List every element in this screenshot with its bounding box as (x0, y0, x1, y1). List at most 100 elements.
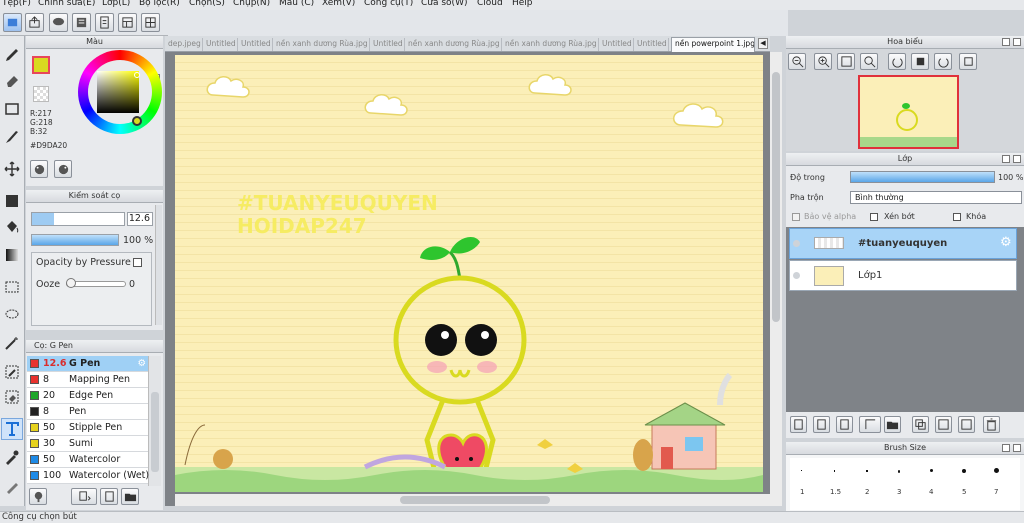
tab-document[interactable]: Untitled (238, 38, 273, 51)
tab-document[interactable]: Untitled (634, 38, 669, 51)
layer-name[interactable]: Lớp1 (858, 270, 882, 281)
tab-document[interactable]: nền xanh dương Rùa.jpg (273, 38, 370, 51)
menu-view[interactable]: Xem(V) (322, 0, 355, 8)
size-dot[interactable] (962, 469, 966, 473)
gradient-tool[interactable] (1, 244, 23, 266)
hue-picker-handle[interactable] (132, 116, 142, 126)
tab-document[interactable]: dep.jpeg (165, 38, 203, 51)
size-dot[interactable] (930, 469, 933, 472)
panel-close-button[interactable] (1013, 38, 1021, 46)
color-set-button[interactable] (54, 160, 72, 178)
tab-document[interactable]: Untitled (203, 38, 238, 51)
zoom-actual-button[interactable] (860, 53, 878, 70)
vertical-scrollbar[interactable] (770, 52, 782, 506)
move-tool[interactable] (1, 158, 23, 180)
lasso-tool[interactable] (1, 304, 23, 326)
magic-wand-tool[interactable] (1, 332, 23, 354)
color-wheel-button[interactable] (30, 160, 48, 178)
vertical-scroll-thumb[interactable] (772, 72, 780, 322)
export-button[interactable] (25, 13, 44, 32)
bucket-tool[interactable] (1, 216, 23, 238)
panel-close-button[interactable] (1013, 155, 1021, 163)
layer-row[interactable]: Lớp1 (789, 260, 1017, 291)
sv-picker-handle[interactable] (134, 72, 140, 78)
menu-window[interactable]: Cửa sổ(W) (421, 0, 467, 8)
brush-size-value[interactable]: 12.6 (127, 212, 153, 226)
rotate-right-button[interactable] (934, 53, 952, 70)
menu-select[interactable]: Chọn(S) (189, 0, 225, 8)
brush-row[interactable]: 100 Watercolor (Wet) (27, 468, 149, 484)
menu-cloud[interactable]: Cloud (477, 0, 503, 8)
brush-row[interactable]: 20 Edge Pen (27, 388, 148, 404)
canvas-button[interactable] (3, 13, 22, 32)
eye-icon[interactable] (793, 240, 800, 247)
rect-select-tool[interactable] (1, 98, 23, 120)
select-pen-tool[interactable] (1, 361, 23, 383)
panel-float-button[interactable] (1002, 38, 1010, 46)
rotate-left-button[interactable] (888, 53, 906, 70)
navigator-preview[interactable] (858, 75, 959, 149)
menu-edit[interactable]: Chỉnh sửa(E) (38, 0, 95, 8)
eyedropper-tool[interactable] (1, 446, 23, 468)
tab-document[interactable]: Untitled (599, 38, 634, 51)
brush-row[interactable]: 8 Pen (27, 404, 148, 420)
merge-layer-button[interactable] (935, 416, 952, 433)
drawing-canvas[interactable]: #TUANYEUQUYEN HOIDAP247 (175, 55, 763, 492)
eraser-tool[interactable] (1, 69, 23, 91)
tab-document[interactable]: nền xanh dương Rùa.jpg (502, 38, 599, 51)
panel-close-button[interactable] (1013, 444, 1021, 452)
panel-float-button[interactable] (1002, 444, 1010, 452)
saturation-value-square[interactable] (97, 71, 139, 113)
tabs-scroll-left-icon[interactable]: ◀ (758, 38, 768, 49)
main-color-swatch[interactable] (32, 56, 50, 74)
brush-row[interactable]: 12.6 G Pen ⚙ (27, 356, 148, 372)
lock-checkbox[interactable] (953, 213, 961, 221)
menu-color[interactable]: Màu (C) (279, 0, 314, 8)
zoom-out-button[interactable] (788, 53, 806, 70)
size-dot[interactable] (866, 470, 868, 472)
brush-size-slider[interactable] (31, 212, 125, 226)
layer-opacity-slider[interactable] (850, 171, 995, 183)
size-dot[interactable] (994, 468, 999, 473)
brush-tool[interactable] (1, 126, 23, 148)
brush-folder-button[interactable] (121, 488, 139, 505)
menu-filter[interactable]: Bộ lọc(R) (139, 0, 180, 8)
brush-menu-button[interactable] (71, 488, 97, 505)
blend-mode-select[interactable]: Bình thường (850, 191, 1022, 204)
size-dot[interactable] (834, 470, 835, 472)
note-button[interactable] (72, 13, 91, 32)
new-layer-button[interactable] (790, 416, 807, 433)
brush-row[interactable]: 30 Sumi (27, 436, 148, 452)
new-8bit-layer-button[interactable] (813, 416, 830, 433)
select-eraser-tool[interactable] (1, 386, 23, 408)
fit-window-button[interactable] (837, 53, 855, 70)
horizontal-scrollbar[interactable] (175, 494, 770, 506)
new-brush-button[interactable] (100, 488, 118, 505)
tab-active-document[interactable]: nền powerpoint 1.jpg (671, 37, 755, 52)
ooze-slider-handle[interactable] (66, 278, 76, 288)
hand-tool[interactable] (1, 476, 23, 498)
tab-document[interactable]: Untitled (370, 38, 405, 51)
size-dot[interactable] (801, 470, 802, 471)
gear-icon[interactable]: ⚙ (137, 356, 146, 371)
menu-tools[interactable]: Công cụ(T) (364, 0, 413, 8)
brush-row[interactable]: 8 Mapping Pen (27, 372, 148, 388)
grid-button[interactable] (141, 13, 160, 32)
panel-layout-button[interactable] (118, 13, 137, 32)
pen-tool[interactable] (1, 44, 23, 66)
text-tool[interactable] (1, 418, 23, 440)
fill-rect-tool[interactable] (1, 190, 23, 212)
clipping-checkbox[interactable] (870, 213, 878, 221)
new-folder-button[interactable] (884, 416, 901, 433)
reset-view-button[interactable] (959, 53, 977, 70)
transparent-color-swatch[interactable] (33, 86, 49, 102)
zoom-in-button[interactable] (814, 53, 832, 70)
new-1bit-layer-button[interactable] (836, 416, 853, 433)
add-brush-button[interactable] (29, 488, 47, 505)
layer-settings-button[interactable] (958, 416, 975, 433)
gear-icon[interactable]: ⚙ (1000, 235, 1014, 250)
horizontal-scroll-thumb[interactable] (400, 496, 550, 504)
opacity-slider[interactable] (31, 234, 119, 246)
tab-document[interactable]: nền xanh dương Rùa.jpg (405, 38, 502, 51)
size-dot[interactable] (898, 470, 900, 473)
